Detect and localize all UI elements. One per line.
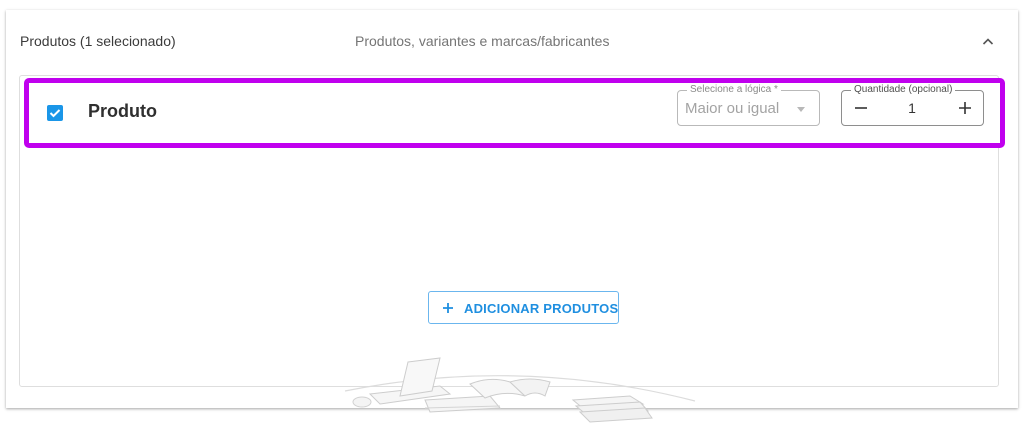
minus-icon[interactable] <box>852 99 870 117</box>
quantity-value[interactable]: 1 <box>902 100 922 116</box>
quantity-stepper[interactable]: Quantidade (opcional) 1 <box>841 84 984 126</box>
logic-select[interactable]: Selecione a lógica * Maior ou igual <box>677 84 820 126</box>
section-title: Produtos (1 selecionado) <box>20 33 176 49</box>
section-subtitle: Produtos, variantes e marcas/fabricantes <box>355 33 610 49</box>
add-products-label: ADICIONAR PRODUTOS <box>464 301 619 316</box>
add-products-button[interactable]: ADICIONAR PRODUTOS <box>428 291 619 324</box>
product-rule-row: Produto Selecione a lógica * Maior ou ig… <box>24 78 1005 148</box>
logic-select-label: Selecione a lógica * <box>687 84 781 96</box>
logic-select-value: Maior ou igual <box>685 100 780 117</box>
plus-icon[interactable] <box>956 99 974 117</box>
caret-down-icon <box>797 107 805 112</box>
empty-state-illustration <box>344 357 696 423</box>
plus-icon <box>441 301 455 315</box>
quantity-label: Quantidade (opcional) <box>851 84 956 96</box>
panel-header[interactable]: Produtos (1 selecionado) Produtos, varia… <box>6 10 1018 72</box>
product-label: Produto <box>88 101 157 121</box>
product-checkbox[interactable] <box>47 105 63 121</box>
products-panel: Produtos (1 selecionado) Produtos, varia… <box>6 10 1018 423</box>
chevron-up-icon[interactable] <box>979 33 997 51</box>
